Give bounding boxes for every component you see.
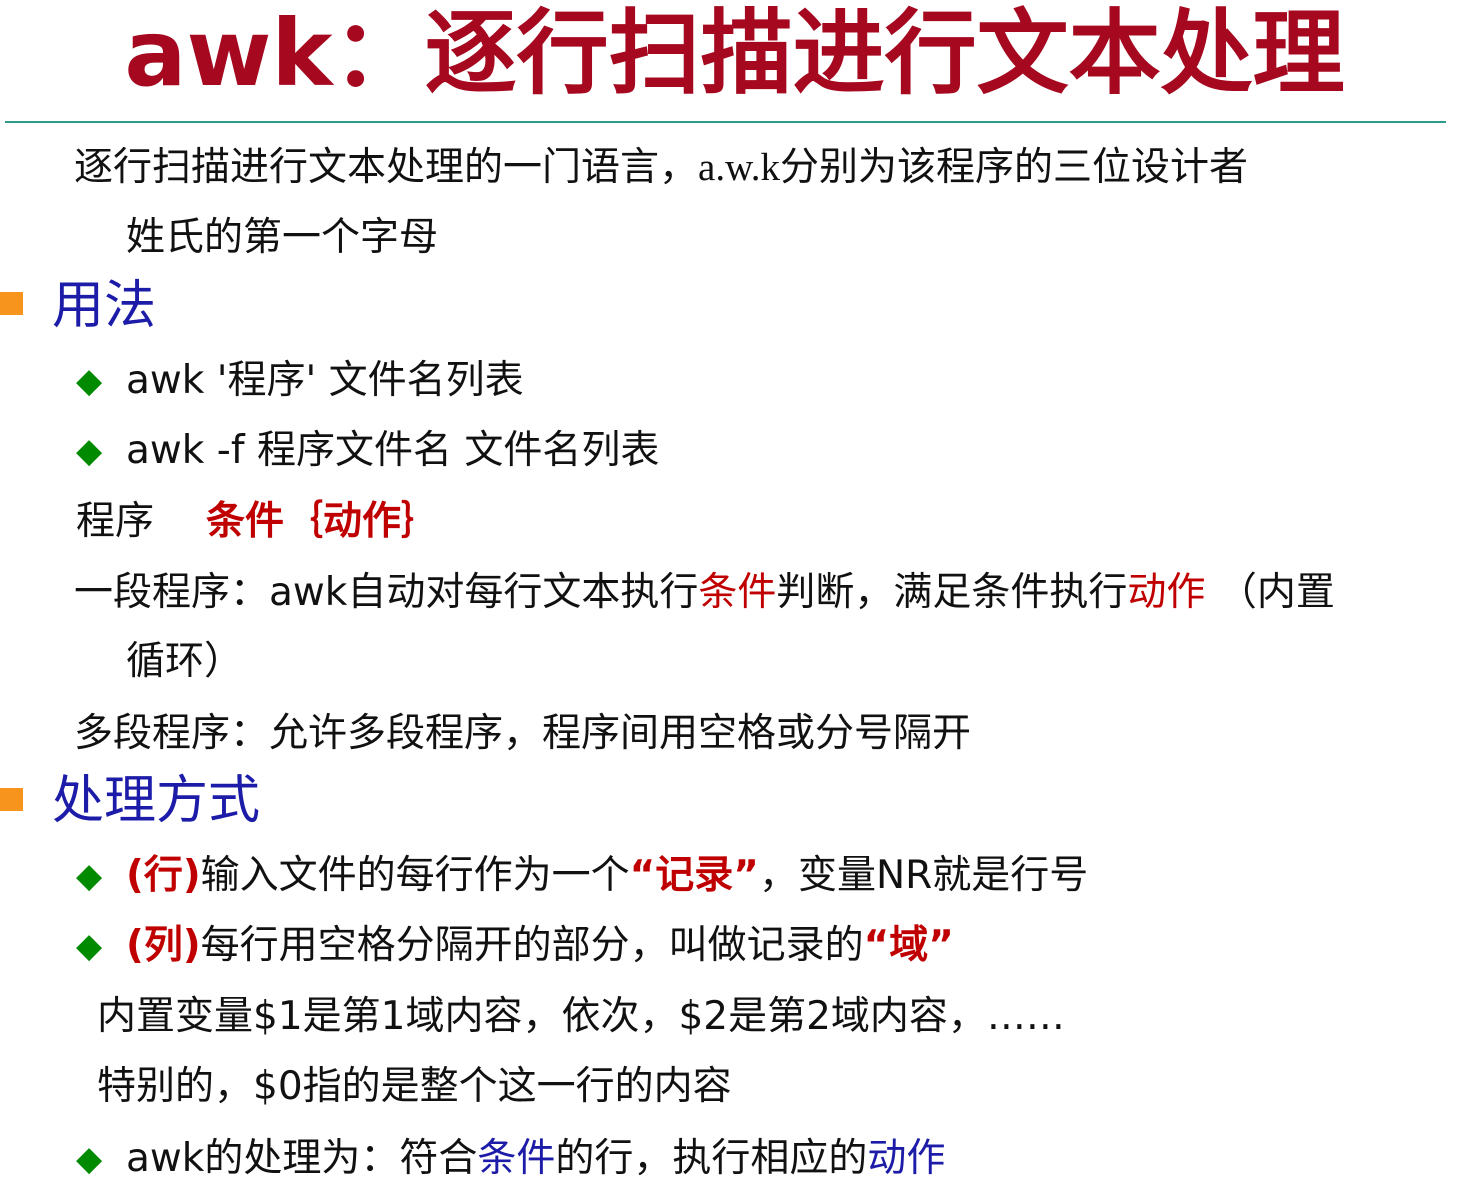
summary-condition: 条件 [477, 1136, 556, 1181]
single-program-line-cont: 循环） [126, 639, 244, 684]
title-divider [5, 121, 1446, 123]
intro-line-1: 逐行扫描进行文本处理的一门语言，a.w.k分别为该程序的三位设计者 [74, 143, 1248, 193]
intro-text-c: 分别为该程序的三位设计者 [779, 145, 1248, 190]
record-text-b: ，变量NR就是行号 [758, 853, 1089, 898]
orange-square-icon [0, 788, 23, 811]
intro-line-2: 姓氏的第一个字母 [126, 215, 439, 260]
field-text-a: 每行用空格分隔开的部分，叫做记录的 [200, 923, 864, 968]
single-program-text-c: （内置 [1205, 570, 1335, 615]
single-program-text-b: 判断，满足条件执行 [776, 570, 1128, 615]
diamond-bullet-icon: ◆ [76, 926, 103, 966]
summary-action: 动作 [867, 1136, 946, 1181]
condition-highlight: 条件 [698, 570, 777, 615]
processing-heading: 处理方式 [52, 771, 261, 831]
diamond-bullet-icon: ◆ [76, 361, 103, 401]
column-tag: (列) [126, 923, 201, 968]
orange-square-icon [0, 292, 23, 315]
processing-field-line: (列)每行用空格分隔开的部分，叫做记录的“域” [126, 921, 954, 971]
program-structure-line: 程序 条件｛动作｝ [76, 497, 440, 547]
builtin-field-note: 内置变量$1是第1域内容，依次，$2是第2域内容，…… [97, 994, 1065, 1039]
intro-awk-letters: a.w.k [698, 146, 780, 189]
field-highlight: “域” [863, 923, 954, 968]
processing-summary-line: awk的处理为：符合条件的行，执行相应的动作 [126, 1134, 945, 1184]
diamond-bullet-icon: ◆ [76, 431, 103, 471]
processing-record-line: (行)输入文件的每行作为一个“记录”，变量NR就是行号 [126, 851, 1088, 901]
action-highlight: 动作 [1127, 570, 1206, 615]
usage-syntax-1: awk '程序' 文件名列表 [126, 358, 524, 403]
program-structure: 条件｛动作｝ [206, 499, 441, 544]
whole-line-note: 特别的，$0指的是整个这一行的内容 [97, 1064, 732, 1109]
usage-syntax-2: awk -f 程序文件名 文件名列表 [126, 428, 660, 473]
summary-text-b: 的行，执行相应的 [555, 1136, 868, 1181]
record-text-a: 输入文件的每行作为一个 [200, 853, 630, 898]
page-title: awk：逐行扫描进行文本处理 [124, 0, 1345, 107]
record-highlight: “记录” [629, 853, 759, 898]
single-program-text-a: 一段程序：awk自动对每行文本执行 [74, 570, 699, 615]
multi-program-line: 多段程序：允许多段程序，程序间用空格或分号隔开 [74, 711, 972, 756]
intro-text-a: 逐行扫描进行文本处理的一门语言， [74, 145, 699, 190]
row-tag: (行) [126, 853, 201, 898]
diamond-bullet-icon: ◆ [76, 856, 103, 896]
program-label: 程序 [76, 499, 155, 544]
usage-heading: 用法 [52, 276, 157, 336]
single-program-line: 一段程序：awk自动对每行文本执行条件判断，满足条件执行动作 （内置 [74, 568, 1335, 618]
diamond-bullet-icon: ◆ [76, 1139, 103, 1179]
summary-text-a: awk的处理为：符合 [126, 1136, 478, 1181]
